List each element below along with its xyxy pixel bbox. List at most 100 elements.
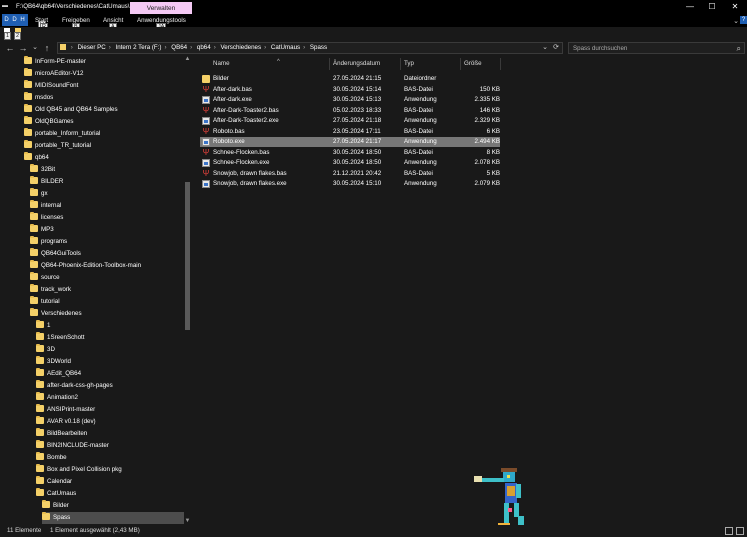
tree-item[interactable]: QB64GuiTools bbox=[30, 248, 184, 260]
tree-item[interactable]: Bombe bbox=[36, 452, 184, 464]
column-divider[interactable] bbox=[329, 58, 330, 70]
tree-item[interactable]: Calendar bbox=[36, 476, 184, 488]
title-bar: ▬ F:\QB64\qb64\Verschiedenes\CatUmaus\S.… bbox=[0, 0, 747, 15]
tree-item[interactable]: licenses bbox=[30, 212, 184, 224]
breadcrumb-separator: › bbox=[164, 44, 167, 51]
crumb-catumaus[interactable]: CatUmaus bbox=[271, 44, 300, 51]
tree-item[interactable]: 3D bbox=[36, 344, 184, 356]
tab-file[interactable]: D D H bbox=[2, 14, 28, 26]
address-bar[interactable]: › Dieser PC › Intern 2 Tera (F:) › QB64 › q… bbox=[57, 42, 563, 54]
minimize-button[interactable]: — bbox=[683, 1, 697, 13]
column-divider[interactable] bbox=[400, 58, 401, 70]
tree-item-label: 3D bbox=[47, 346, 55, 353]
up-button[interactable]: ↑ bbox=[42, 42, 52, 54]
search-input[interactable] bbox=[573, 43, 723, 53]
file-row[interactable]: Ψ After-Dark-Toaster2.bas 05.02.2023 18:33… bbox=[200, 106, 500, 116]
file-size: 6 KB bbox=[486, 127, 500, 135]
large-icons-view-icon[interactable] bbox=[736, 527, 744, 535]
tree-item[interactable]: AVAR v0.18 (dev) bbox=[36, 416, 184, 428]
tree-item[interactable]: Spass bbox=[42, 512, 184, 524]
tree-item[interactable]: after-dark-css-gh-pages bbox=[36, 380, 184, 392]
scroll-up-icon[interactable]: ▲ bbox=[184, 56, 191, 63]
column-header-name[interactable]: Name ^ bbox=[213, 58, 280, 70]
tree-item-label: QB64-Phoenix-Edition-Toolbox-main bbox=[41, 262, 142, 269]
crumb-spass[interactable]: Spass bbox=[310, 44, 327, 51]
tree-item[interactable]: ANSIPrint-master bbox=[36, 404, 184, 416]
tree-item[interactable]: Box and Pixel Collision pkg bbox=[36, 464, 184, 476]
tree-item[interactable]: BildBearbeiten bbox=[36, 428, 184, 440]
tree-item[interactable]: portable_Inform_tutorial bbox=[24, 128, 184, 140]
folder-icon bbox=[30, 212, 38, 220]
tree-item[interactable]: Old QB45 and QB64 Samples bbox=[24, 104, 184, 116]
tree-item[interactable]: InForm-PE-master bbox=[24, 56, 184, 68]
tree-item[interactable]: CatUmaus bbox=[36, 488, 184, 500]
tree-item[interactable]: BILDER bbox=[30, 176, 184, 188]
maximize-button[interactable]: ☐ bbox=[705, 1, 719, 13]
file-row[interactable]: Ψ After-dark.bas 30.05.2024 15:14 BAS-Datei… bbox=[200, 85, 500, 95]
tree-item[interactable]: 32Bit bbox=[30, 164, 184, 176]
file-row[interactable]: Ψ Snowjob, drawn flakes.bas 21.12.2021 20:… bbox=[200, 169, 500, 179]
tree-item[interactable]: tutorial bbox=[30, 296, 184, 308]
tree-item[interactable]: gx bbox=[30, 188, 184, 200]
crumb-this-pc[interactable]: Dieser PC bbox=[78, 44, 106, 51]
crumb-verschiedenes[interactable]: Verschiedenes bbox=[220, 44, 261, 51]
properties-icon[interactable] bbox=[4, 28, 10, 32]
column-divider[interactable] bbox=[500, 58, 501, 70]
tree-item[interactable]: portable_TR_tutorial bbox=[24, 140, 184, 152]
scrollbar-thumb[interactable] bbox=[185, 182, 190, 330]
refresh-button[interactable]: ⟳ bbox=[553, 43, 559, 51]
tree-item[interactable]: internal bbox=[30, 200, 184, 212]
nav-scrollbar[interactable]: ▲ ▼ bbox=[184, 56, 191, 525]
file-row[interactable]: Ψ Roboto.bas 23.05.2024 17:11 BAS-Datei 6 KB bbox=[200, 127, 500, 137]
tree-item[interactable]: msdos bbox=[24, 92, 184, 104]
tree-item[interactable]: OldQBGames bbox=[24, 116, 184, 128]
crumb-qb64[interactable]: qb64 bbox=[197, 44, 211, 51]
column-divider[interactable] bbox=[460, 58, 461, 70]
roboto-sprite bbox=[474, 468, 528, 531]
folder-icon bbox=[24, 92, 32, 100]
help-icon[interactable]: ? bbox=[740, 16, 747, 24]
tree-item[interactable]: 3DWorld bbox=[36, 356, 184, 368]
robot-hat bbox=[501, 468, 517, 472]
tree-item[interactable]: track_work bbox=[30, 284, 184, 296]
scroll-down-icon[interactable]: ▼ bbox=[184, 518, 191, 525]
tree-item[interactable]: Animation2 bbox=[36, 392, 184, 404]
tree-item[interactable]: microAEditor-V12 bbox=[24, 68, 184, 80]
file-row[interactable]: Bilder 27.05.2024 21:15 Dateiordner bbox=[200, 74, 500, 84]
column-header-date[interactable]: Änderungsdatum bbox=[333, 58, 380, 70]
forward-button[interactable]: → bbox=[18, 42, 28, 54]
tree-item[interactable]: qb64 bbox=[24, 152, 184, 164]
tree-item[interactable]: QB64-Phoenix-Edition-Toolbox-main bbox=[30, 260, 184, 272]
back-button[interactable]: ← bbox=[5, 42, 15, 54]
file-name: Snowjob, drawn flakes.exe bbox=[213, 180, 287, 187]
crumb-drive[interactable]: Intern 2 Tera (F:) bbox=[116, 44, 162, 51]
new-folder-icon[interactable] bbox=[15, 28, 21, 32]
tree-item[interactable]: MP3 bbox=[30, 224, 184, 236]
file-row[interactable]: Snowjob, drawn flakes.exe 30.05.2024 15:1… bbox=[200, 179, 500, 189]
file-row[interactable]: Ψ Schnee-Flocken.bas 30.05.2024 18:50 BAS-D… bbox=[200, 148, 500, 158]
tree-item[interactable]: programs bbox=[30, 236, 184, 248]
folder-icon bbox=[24, 152, 32, 160]
tree-item[interactable]: Bilder bbox=[42, 500, 184, 512]
file-row[interactable]: Roboto.exe 27.05.2024 21:17 Anwendung 2.494… bbox=[200, 137, 500, 147]
search-icon: ⌕ bbox=[736, 44, 741, 53]
tree-item[interactable]: BIN2INCLUDE-master bbox=[36, 440, 184, 452]
file-row[interactable]: Schnee-Flocken.exe 30.05.2024 18:50 Anwend… bbox=[200, 158, 500, 168]
tree-item[interactable]: 1SreenSchott bbox=[36, 332, 184, 344]
details-view-icon[interactable] bbox=[725, 527, 733, 535]
tree-item[interactable]: Verschiedenes bbox=[30, 308, 184, 320]
search-box[interactable]: ⌕ bbox=[568, 42, 745, 54]
tree-item[interactable]: source bbox=[30, 272, 184, 284]
tree-item[interactable]: MIDISoundFont bbox=[24, 80, 184, 92]
tree-item[interactable]: AEdit_QB64 bbox=[36, 368, 184, 380]
column-header-type[interactable]: Typ bbox=[404, 58, 414, 70]
recent-locations-button[interactable]: ⌄ bbox=[30, 42, 40, 54]
tree-item[interactable]: 1 bbox=[36, 320, 184, 332]
crumb-qb64-root[interactable]: QB64 bbox=[171, 44, 187, 51]
address-dropdown-icon[interactable]: ⌄ bbox=[542, 43, 548, 51]
column-header-size[interactable]: Größe bbox=[464, 58, 482, 70]
chevron-down-icon[interactable]: ⌄ bbox=[733, 17, 739, 25]
file-row[interactable]: After-Dark-Toaster2.exe 27.05.2024 21:18 A… bbox=[200, 116, 500, 126]
file-row[interactable]: After-dark.exe 30.05.2024 15:13 Anwendung 2… bbox=[200, 95, 500, 105]
close-button[interactable]: ✕ bbox=[728, 1, 742, 13]
